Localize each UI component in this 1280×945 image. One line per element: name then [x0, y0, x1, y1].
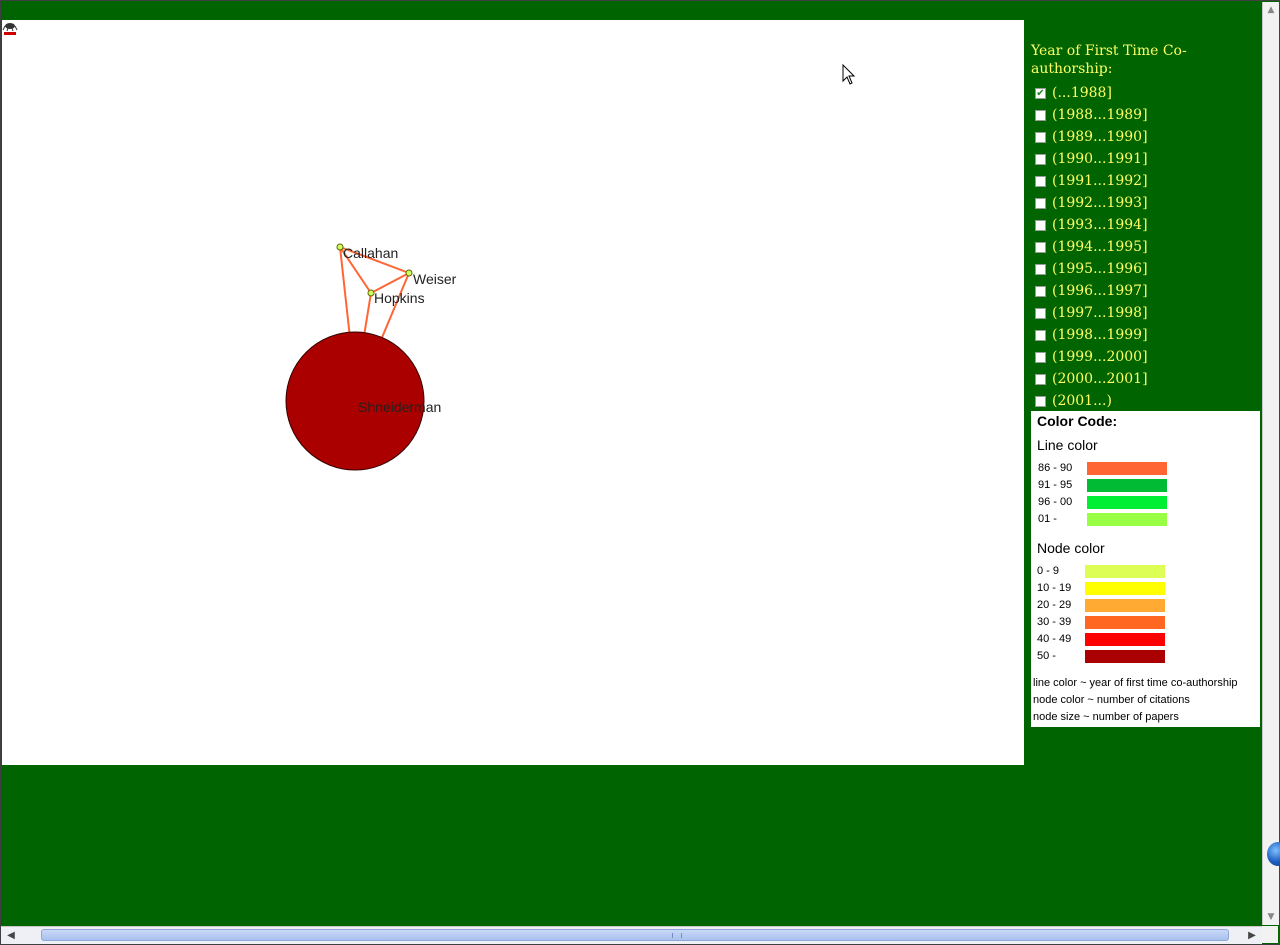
node-color-range: 40 - 49: [1037, 633, 1072, 645]
year-label: (1994...1995]: [1052, 239, 1148, 255]
year-checkbox[interactable]: ✔: [1035, 87, 1046, 99]
year-label: (1999...2000]: [1052, 349, 1148, 365]
year-label: (2001...): [1052, 393, 1112, 409]
edge-hopkins-shneiderman: [363, 292, 372, 337]
year-label: (1991...1992]: [1052, 173, 1148, 189]
year-checkbox[interactable]: [1035, 109, 1046, 121]
year-label: (1996...1997]: [1052, 283, 1148, 299]
year-filter-item[interactable]: (1991...1992]: [1031, 170, 1261, 192]
year-checkbox[interactable]: [1035, 395, 1046, 407]
year-label: (1990...1991]: [1052, 151, 1148, 167]
year-filter-item[interactable]: (1992...1993]: [1031, 192, 1261, 214]
year-checkbox[interactable]: [1035, 219, 1046, 231]
line-color-swatch: [1087, 462, 1167, 475]
label-weiser: Weiser: [413, 271, 457, 287]
mouse-cursor-icon: [842, 64, 856, 85]
year-filter-title: Year of First Time Co-authorship:: [1031, 43, 1187, 77]
node-color-range: 20 - 29: [1037, 599, 1072, 611]
scroll-up-icon[interactable]: ▲: [1263, 2, 1279, 18]
year-checkbox[interactable]: [1035, 197, 1046, 209]
node-color-range: 30 - 39: [1037, 616, 1072, 628]
year-checkbox[interactable]: [1035, 285, 1046, 297]
node-color-swatch: [1085, 633, 1165, 646]
year-label: (1997...1998]: [1052, 305, 1148, 321]
scrollbar-corner: [1262, 926, 1278, 943]
node-color-swatch: [1085, 582, 1165, 595]
graph-canvas[interactable]: Callahan Weiser Hopkins Shneiderman: [2, 20, 1024, 765]
color-code-legend: Color Code: Line color Node color 86 - 9…: [1031, 411, 1260, 727]
node-color-range: 0 - 9: [1037, 565, 1060, 577]
color-code-note: line color ~ year of first time co-autho…: [1033, 677, 1238, 689]
edge-weiser-shneiderman: [380, 272, 410, 341]
vertical-scrollbar[interactable]: ▲ ▼: [1262, 2, 1279, 925]
label-hopkins: Hopkins: [374, 290, 425, 306]
year-filter-item[interactable]: (1994...1995]: [1031, 236, 1261, 258]
year-filter-panel: Year of First Time Co-authorship: ✔ (...1…: [1031, 42, 1261, 412]
year-label: (1995...1996]: [1052, 261, 1148, 277]
year-checkbox[interactable]: [1035, 351, 1046, 363]
year-checkbox[interactable]: [1035, 307, 1046, 319]
year-filter-item[interactable]: (2001...): [1031, 390, 1261, 412]
scroll-left-icon[interactable]: ◀: [3, 927, 19, 944]
year-label: (1998...1999]: [1052, 327, 1148, 343]
node-color-swatch: [1085, 616, 1165, 629]
year-filter-item[interactable]: (1990...1991]: [1031, 148, 1261, 170]
year-label: (...1988]: [1052, 85, 1112, 101]
year-checkbox[interactable]: [1035, 131, 1046, 143]
year-filter-item[interactable]: (1995...1996]: [1031, 258, 1261, 280]
node-color-heading: Node color: [1037, 540, 1105, 556]
line-color-heading: Line color: [1037, 437, 1098, 453]
year-label: (1992...1993]: [1052, 195, 1148, 211]
horizontal-scroll-thumb[interactable]: [41, 929, 1229, 941]
year-checkbox[interactable]: [1035, 153, 1046, 165]
line-color-swatch: [1087, 513, 1167, 526]
line-color-range: 86 - 90: [1038, 462, 1073, 474]
scroll-right-icon[interactable]: ▶: [1244, 927, 1260, 944]
year-label: (1989...1990]: [1052, 129, 1148, 145]
label-callahan: Callahan: [343, 245, 398, 261]
year-filter-item[interactable]: (1996...1997]: [1031, 280, 1261, 302]
line-color-range: 01 -: [1038, 513, 1057, 525]
label-shneiderman: Shneiderman: [358, 399, 441, 415]
year-filter-item[interactable]: (1988...1989]: [1031, 104, 1261, 126]
year-filter-item[interactable]: ✔ (...1988]: [1031, 82, 1261, 104]
year-filter-item[interactable]: (1993...1994]: [1031, 214, 1261, 236]
line-color-range: 91 - 95: [1038, 479, 1073, 491]
year-checkbox[interactable]: [1035, 241, 1046, 253]
year-label: (1988...1989]: [1052, 107, 1148, 123]
color-code-title: Color Code:: [1037, 413, 1118, 429]
line-color-range: 96 - 00: [1038, 496, 1073, 508]
horizontal-scrollbar[interactable]: ◀ ▶: [1, 926, 1262, 944]
year-filter-item[interactable]: (1999...2000]: [1031, 346, 1261, 368]
line-color-swatch: [1087, 479, 1167, 492]
year-checkbox[interactable]: [1035, 373, 1046, 385]
line-color-swatch: [1087, 496, 1167, 509]
color-code-note: node size ~ number of papers: [1033, 711, 1179, 723]
year-filter-item[interactable]: (2000...2001]: [1031, 368, 1261, 390]
prefuse-logo-icon: [2, 23, 18, 35]
node-color-range: 50 -: [1037, 650, 1056, 662]
year-filter-item[interactable]: (1997...1998]: [1031, 302, 1261, 324]
year-label: (1993...1994]: [1052, 217, 1148, 233]
color-code-note: node color ~ number of citations: [1033, 694, 1190, 706]
year-checkbox[interactable]: [1035, 175, 1046, 187]
coauthor-graph[interactable]: Callahan Weiser Hopkins Shneiderman: [2, 20, 1024, 765]
node-color-swatch: [1085, 599, 1165, 612]
node-color-swatch: [1085, 565, 1165, 578]
year-checkbox[interactable]: [1035, 263, 1046, 275]
node-color-swatch: [1085, 650, 1165, 663]
year-checkbox[interactable]: [1035, 329, 1046, 341]
year-filter-list: ✔ (...1988] (1988...1989] (1989...1990] (199…: [1031, 82, 1261, 412]
node-color-range: 10 - 19: [1037, 582, 1072, 594]
year-filter-item[interactable]: (1989...1990]: [1031, 126, 1261, 148]
year-filter-item[interactable]: (1998...1999]: [1031, 324, 1261, 346]
scroll-down-icon[interactable]: ▼: [1263, 909, 1279, 925]
year-label: (2000...2001]: [1052, 371, 1148, 387]
node-weiser[interactable]: [405, 269, 413, 277]
